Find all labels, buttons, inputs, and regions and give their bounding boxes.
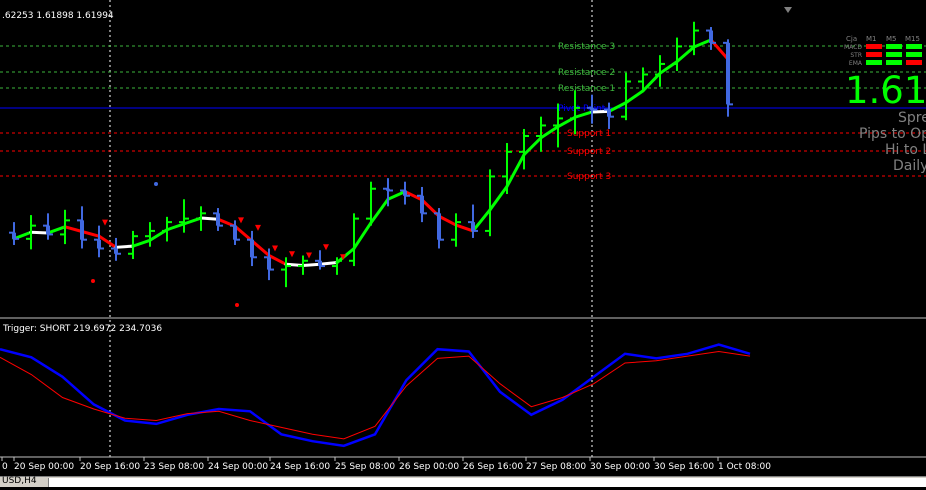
bar-body xyxy=(471,222,475,231)
time-tick-label: 24 Sep 00:00 xyxy=(208,462,268,472)
time-tick-label: 30 Sep 00:00 xyxy=(590,462,650,472)
signal-row-label: STR xyxy=(850,52,862,59)
bar-body xyxy=(709,30,713,43)
level-label-support: Support 1 xyxy=(567,129,611,139)
chart-window[interactable]: Resistance 3 Resistance 2 Resistance 1 Pivo… xyxy=(0,0,926,487)
signal-cell xyxy=(886,44,902,49)
trend-segment xyxy=(199,216,220,221)
signal-cell xyxy=(886,52,902,57)
signal-cell xyxy=(906,52,922,57)
level-label-support: Support 3 xyxy=(567,172,611,182)
trend-segment xyxy=(590,109,611,114)
bar-body xyxy=(420,195,424,214)
bar-body xyxy=(114,248,118,254)
indicator-label: Trigger: SHORT 219.6972 234.7036 xyxy=(2,324,162,334)
level-label-resistance: Resistance 3 xyxy=(558,42,615,52)
bar-body xyxy=(590,107,594,110)
big-price: 1.619 xyxy=(845,69,926,112)
bar-body xyxy=(233,225,237,240)
time-tick-label: 20 Sep 16:00 xyxy=(80,462,140,472)
trend-segment xyxy=(114,244,135,249)
signal-cell xyxy=(866,52,882,57)
bar-body xyxy=(80,220,84,240)
bar-body xyxy=(386,188,390,191)
bar-body xyxy=(97,239,101,249)
time-tick-label: 30 Sep 16:00 xyxy=(654,462,714,472)
level-label-resistance: Resistance 1 xyxy=(558,84,615,94)
bar-body xyxy=(726,42,730,105)
time-tick-label: 20 Sep 00:00 xyxy=(14,462,74,472)
bar-body xyxy=(216,213,220,226)
bar-body xyxy=(267,257,271,270)
time-tick-label: 25 Sep 08:00 xyxy=(335,462,395,472)
bar-body xyxy=(250,239,254,258)
sell-dot-icon xyxy=(235,303,239,307)
signal-cell xyxy=(866,44,882,49)
time-tick-label: 26 Sep 16:00 xyxy=(463,462,523,472)
signal-row-label: MACD xyxy=(844,44,862,51)
time-tick-label: 23 Sep 08:00 xyxy=(144,462,204,472)
info-line: Pips to Op xyxy=(859,126,926,142)
chart-tab[interactable]: USD,H4 xyxy=(2,476,37,486)
trend-segment xyxy=(301,262,322,267)
trend-segment xyxy=(29,230,50,235)
chart-canvas[interactable]: Resistance 3Resistance 2Resistance 1Pivo… xyxy=(0,0,926,486)
panel-corner-label: Cja xyxy=(846,35,857,43)
time-tick-label: 26 Sep 00:00 xyxy=(399,462,459,472)
info-line: Daily xyxy=(893,158,926,174)
trend-segment xyxy=(318,261,339,266)
chart-tab-bar: USD,H4 xyxy=(0,476,926,487)
price-header: .62253 1.61898 1.61994 xyxy=(2,11,114,21)
signal-cell xyxy=(866,60,882,65)
time-tick-label: 27 Sep 08:00 xyxy=(526,462,586,472)
buy-dot-icon xyxy=(154,182,158,186)
info-line: Hi to L xyxy=(885,142,926,158)
time-tick-label: 24 Sep 16:00 xyxy=(270,462,330,472)
bar-body xyxy=(46,225,50,235)
time-tick-label: 0 xyxy=(2,462,8,472)
bar-body xyxy=(607,109,611,117)
bar-body xyxy=(437,213,441,240)
time-tick-label: 1 Oct 08:00 xyxy=(718,462,771,472)
panel-col-label: M1 xyxy=(866,35,877,43)
bar-body xyxy=(403,190,407,196)
level-label-support: Support 2 xyxy=(567,147,611,157)
signal-cell xyxy=(906,44,922,49)
signal-cell xyxy=(906,60,922,65)
bar-body xyxy=(12,232,16,239)
bar-body xyxy=(318,260,322,267)
sell-dot-icon xyxy=(91,279,95,283)
panel-col-label: M5 xyxy=(886,35,897,43)
level-label-resistance: Resistance 2 xyxy=(558,68,615,78)
info-line: Spre xyxy=(898,110,926,126)
panel-col-label: M15 xyxy=(905,35,920,43)
signal-cell xyxy=(886,60,902,65)
signal-row-label: EMA xyxy=(849,60,863,67)
